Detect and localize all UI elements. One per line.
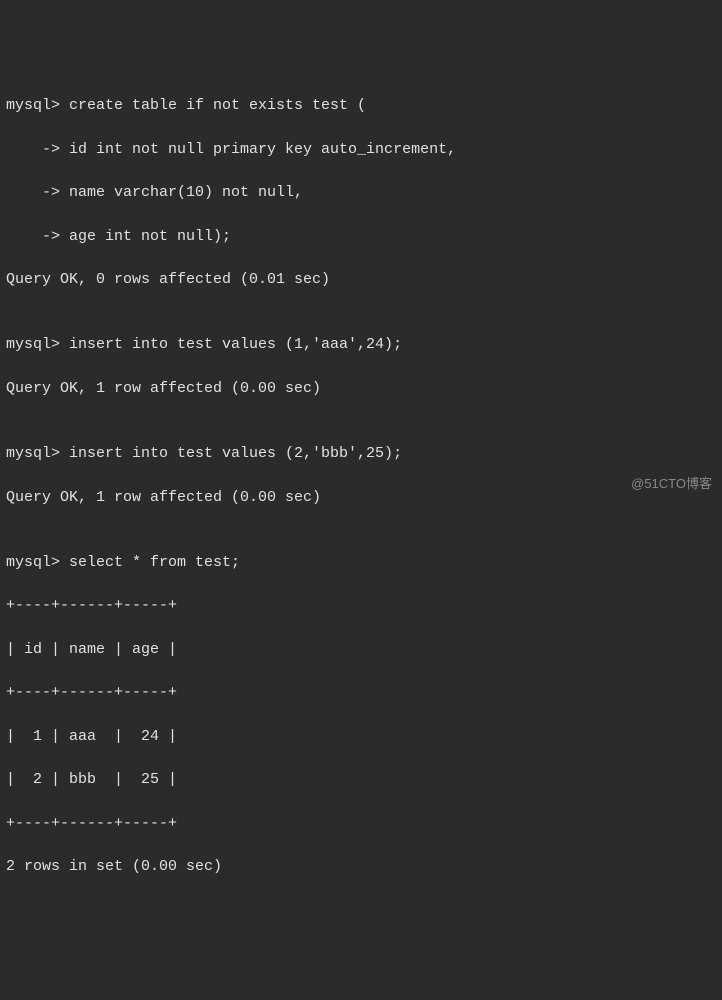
terminal-line: mysql> select * from test;: [6, 552, 716, 574]
terminal-line: mysql> create table if not exists test (: [6, 95, 716, 117]
query-result: Query OK, 1 row affected (0.00 sec): [6, 378, 716, 400]
terminal-line: -> name varchar(10) not null,: [6, 182, 716, 204]
terminal-line: mysql> insert into test values (1,'aaa',…: [6, 334, 716, 356]
table-row: | 1 | aaa | 24 |: [6, 726, 716, 748]
table-row: | 2 | bbb | 25 |: [6, 769, 716, 791]
terminal-line: -> id int not null primary key auto_incr…: [6, 139, 716, 161]
terminal-line: mysql> insert into test values (2,'bbb',…: [6, 443, 716, 465]
query-result: 2 rows in set (0.00 sec): [6, 856, 716, 878]
query-result: Query OK, 1 row affected (0.00 sec): [6, 487, 716, 509]
terminal-line: -> age int not null);: [6, 226, 716, 248]
table-border: +----+------+-----+: [6, 595, 716, 617]
table-border: +----+------+-----+: [6, 682, 716, 704]
table-header: | id | name | age |: [6, 639, 716, 661]
watermark-text: @51CTO博客: [631, 475, 712, 494]
table-border: +----+------+-----+: [6, 813, 716, 835]
query-result: Query OK, 0 rows affected (0.01 sec): [6, 269, 716, 291]
